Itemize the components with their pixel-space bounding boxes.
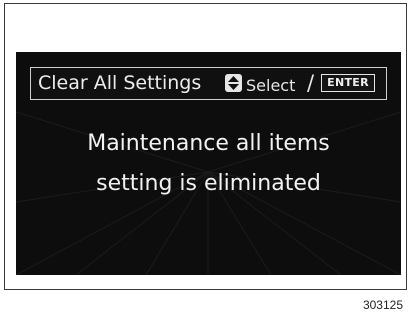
- display-screen: Clear All Settings Select / ENTER Mainte…: [16, 52, 401, 275]
- enter-key-icon: ENTER: [321, 74, 375, 92]
- up-down-arrow-icon: [225, 74, 242, 92]
- clear-all-settings-title: Clear All Settings: [38, 72, 202, 94]
- message-line-1: Maintenance all items: [87, 131, 330, 156]
- screen-header-bar: Clear All Settings Select / ENTER: [30, 67, 387, 100]
- maintenance-message: Maintenance all items setting is elimina…: [16, 124, 401, 204]
- slash-separator: /: [307, 71, 315, 95]
- message-line-2: setting is eliminated: [96, 171, 321, 196]
- select-label: Select: [246, 76, 296, 95]
- figure-reference-number: 303125: [362, 298, 403, 312]
